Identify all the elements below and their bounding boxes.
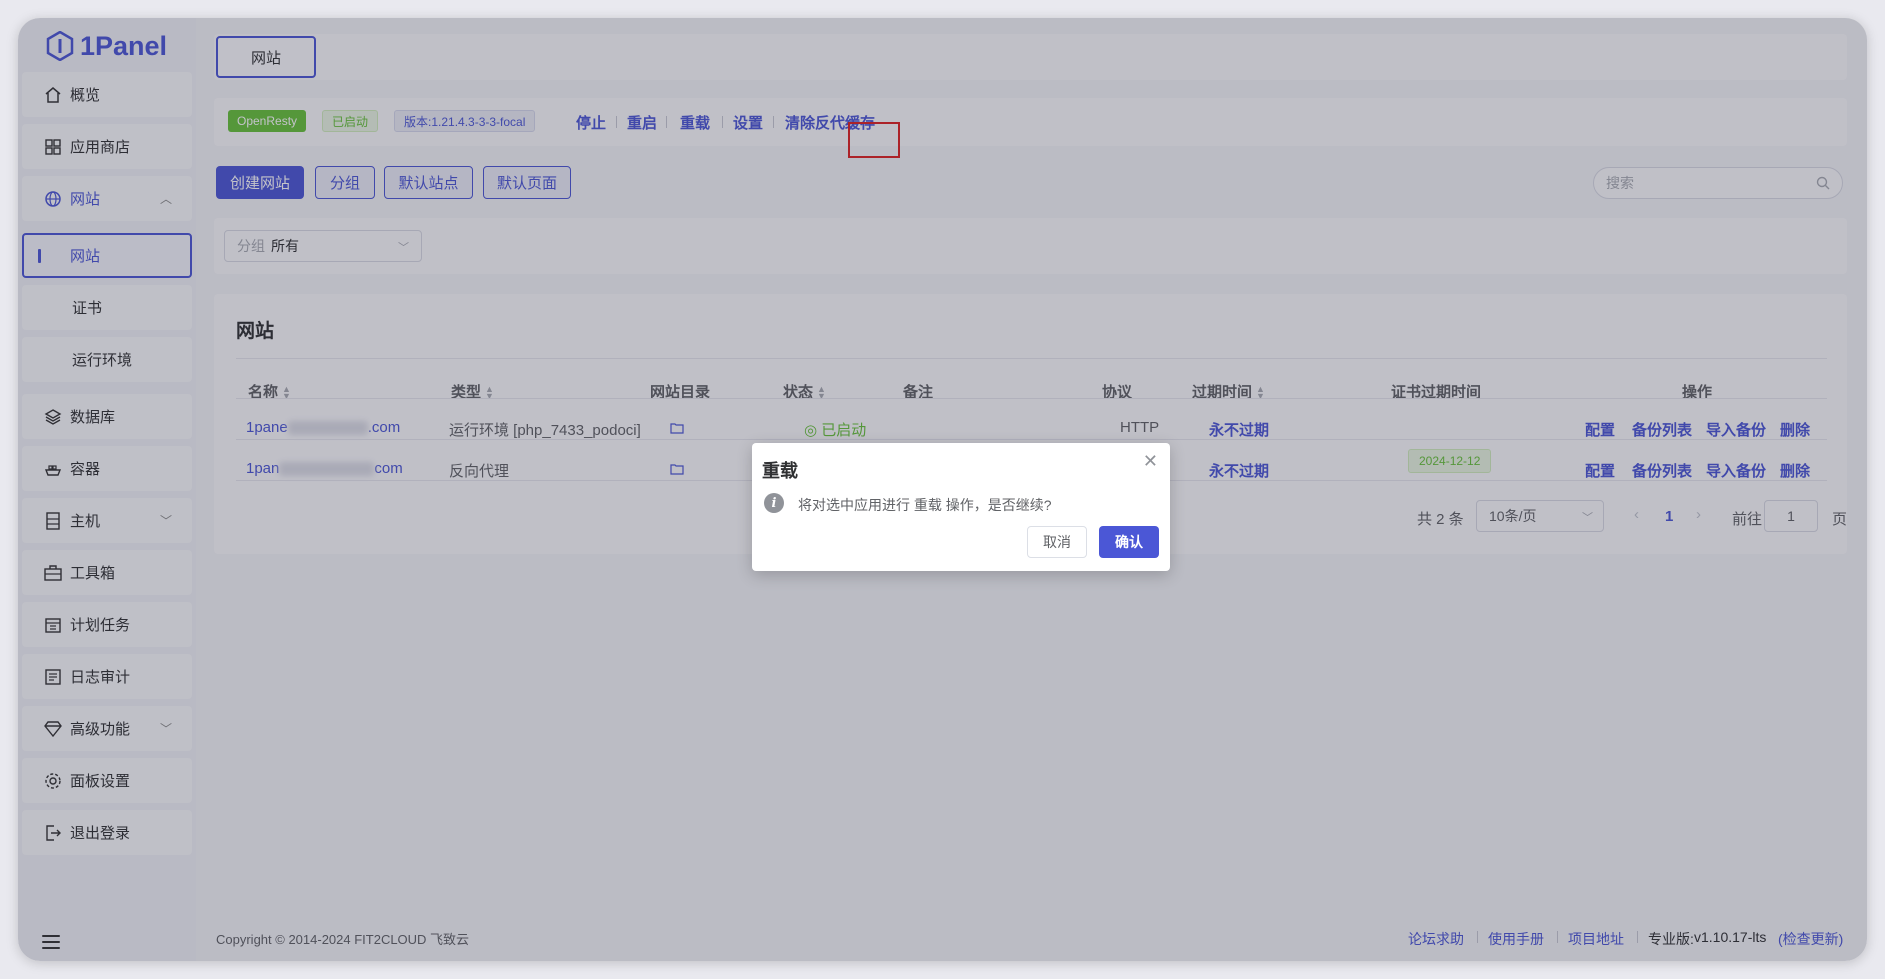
dialog-message: 将对选中应用进行 重载 操作，是否继续? (798, 497, 1052, 513)
cancel-button[interactable]: 取消 (1027, 526, 1087, 558)
close-icon[interactable]: ✕ (1143, 451, 1158, 472)
info-icon: i (764, 493, 784, 513)
confirm-dialog: 重载 ✕ i 将对选中应用进行 重载 操作，是否继续? 取消 确认 (752, 443, 1170, 571)
confirm-button[interactable]: 确认 (1099, 526, 1159, 558)
dialog-title: 重载 (762, 461, 798, 481)
app-window: 1Panel 概览 应用商店 网站 ︿ 网站 证书 运行环境 数据库 容器 主机… (18, 18, 1867, 961)
